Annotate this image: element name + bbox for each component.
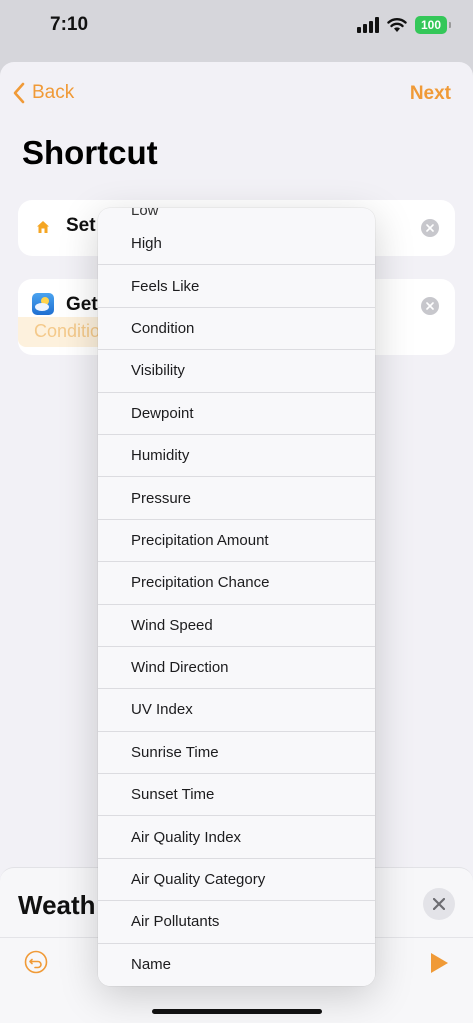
- menu-item[interactable]: Air Quality Category: [98, 858, 375, 902]
- menu-item[interactable]: Condition: [98, 307, 375, 351]
- status-time: 7:10: [50, 14, 89, 35]
- home-icon: [37, 221, 49, 233]
- page-title: Shortcut: [22, 134, 158, 171]
- battery-level: 100: [420, 18, 442, 32]
- menu-item[interactable]: Precipitation Chance: [98, 562, 375, 605]
- menu-list: High Feels Like Condition Visibility Dewpoin…: [98, 223, 375, 986]
- menu-item[interactable]: Wind Speed: [98, 604, 375, 647]
- wifi-icon: [387, 18, 407, 32]
- remove-action-icon[interactable]: [421, 219, 439, 237]
- menu-item[interactable]: Visibility: [98, 350, 375, 393]
- chevron-left-icon: [13, 82, 25, 104]
- menu-item[interactable]: Air Quality Index: [98, 816, 375, 859]
- close-icon: [426, 302, 434, 310]
- cloud-sun-icon: [35, 297, 49, 311]
- menu-item[interactable]: Precipitation Amount: [98, 519, 375, 563]
- weather-icon: [32, 293, 54, 315]
- status-bar: 7:10 100: [0, 0, 473, 54]
- battery-icon: 100: [415, 16, 451, 34]
- menu-item[interactable]: Sunset Time: [98, 774, 375, 817]
- remove-action-icon[interactable]: [421, 297, 439, 315]
- cellular-signal-icon: [357, 17, 379, 33]
- menu-item[interactable]: Humidity: [98, 434, 375, 478]
- menu-item[interactable]: Air Pollutants: [98, 901, 375, 944]
- back-button[interactable]: Back: [12, 82, 74, 104]
- home-indicator: [152, 1009, 322, 1014]
- menu-item-partial[interactable]: Low: [131, 208, 159, 216]
- menu-item[interactable]: Pressure: [98, 477, 375, 520]
- menu-item[interactable]: Name: [98, 943, 375, 986]
- weather-detail-menu: Low HighFeels LikeConditionVisibilityDew…: [98, 208, 375, 986]
- close-icon: [426, 224, 434, 232]
- back-label: Back: [32, 82, 75, 103]
- menu-item[interactable]: Dewpoint: [98, 392, 375, 435]
- get-action-label: Get: [66, 294, 98, 315]
- menu-item[interactable]: Wind Direction: [98, 646, 375, 690]
- next-button[interactable]: Next: [410, 83, 451, 105]
- close-panel-button[interactable]: [423, 888, 455, 920]
- close-icon: [433, 898, 445, 910]
- menu-item[interactable]: Feels Like: [98, 265, 375, 308]
- menu-item[interactable]: High: [98, 223, 375, 266]
- status-icons: 100: [357, 16, 451, 34]
- menu-item[interactable]: Sunrise Time: [98, 731, 375, 775]
- panel-title: Weath: [18, 890, 96, 920]
- undo-icon[interactable]: [24, 950, 48, 974]
- set-action-label: Set: [66, 215, 96, 236]
- menu-item[interactable]: UV Index: [98, 689, 375, 732]
- play-icon[interactable]: [429, 952, 449, 974]
